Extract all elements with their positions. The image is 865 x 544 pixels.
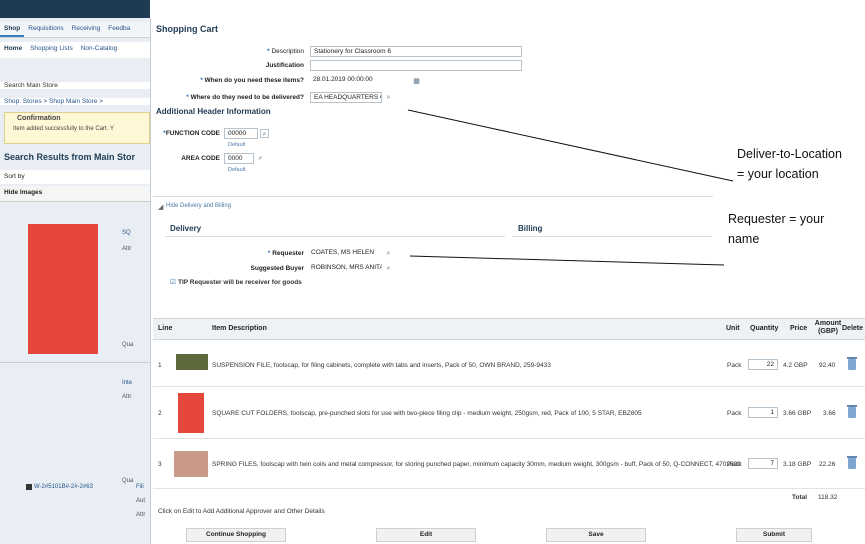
- annotation-arrows: [407, 109, 734, 266]
- arrow-deliver: [407, 109, 734, 182]
- arrow-requester: [409, 255, 725, 266]
